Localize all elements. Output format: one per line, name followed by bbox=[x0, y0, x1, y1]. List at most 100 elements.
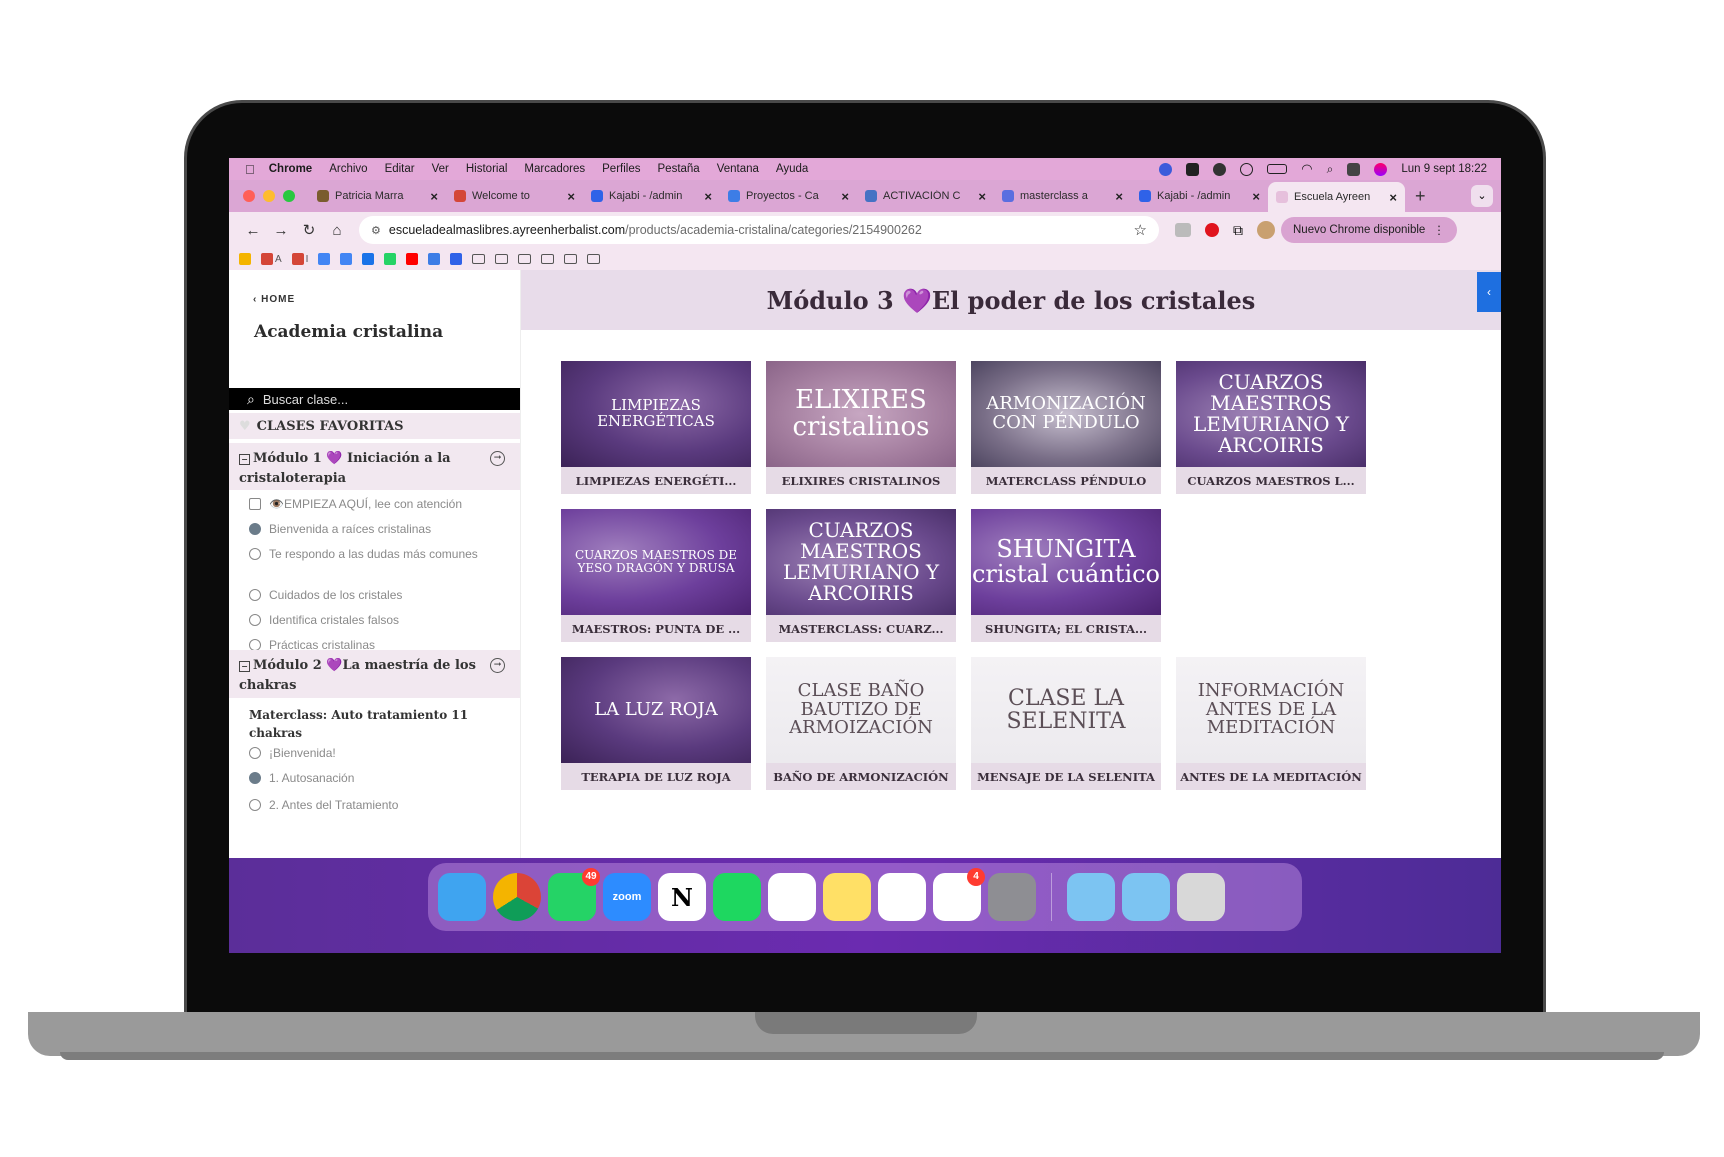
forward-button[interactable]: → bbox=[267, 222, 295, 239]
settings-icon[interactable] bbox=[988, 873, 1036, 921]
menu-item[interactable]: Historial bbox=[466, 163, 508, 175]
close-tab-icon[interactable]: × bbox=[704, 189, 712, 204]
devtools-extension-icon[interactable] bbox=[1175, 223, 1191, 237]
bookmark-folder[interactable] bbox=[541, 254, 555, 264]
extensions-puzzle-icon[interactable]: ⧉ bbox=[1233, 222, 1243, 239]
menu-item[interactable]: Pestaña bbox=[658, 163, 700, 175]
finder-icon[interactable] bbox=[438, 873, 486, 921]
home-button[interactable]: ⌂ bbox=[323, 222, 351, 239]
lesson-card-title[interactable]: MAESTROS: PUNTA DE ... bbox=[561, 615, 751, 642]
bookmark-folder[interactable] bbox=[518, 254, 532, 264]
lesson-item[interactable]: ¡Bienvenida! bbox=[249, 745, 499, 762]
reload-button[interactable]: ↻ bbox=[295, 221, 323, 239]
close-tab-icon[interactable]: × bbox=[1115, 189, 1123, 204]
lesson-card-thumbnail[interactable]: CUARZOS MAESTROS DE YESO DRAGÓN Y DRUSA bbox=[561, 509, 751, 615]
lesson-card[interactable]: SHUNGITA cristal cuántico SHUNGITA; EL CR… bbox=[971, 509, 1161, 642]
lesson-card-title[interactable]: CUARZOS MAESTROS L... bbox=[1176, 467, 1366, 494]
lesson-card[interactable]: LA LUZ ROJA TERAPIA DE LUZ ROJA bbox=[561, 657, 751, 790]
siri-icon[interactable] bbox=[1374, 162, 1388, 176]
lesson-card-thumbnail[interactable]: CLASE BAÑO BAUTIZO DE ARMOIZACIÓN bbox=[766, 657, 956, 763]
favorites-section[interactable]: ♥ CLASES FAVORITAS bbox=[229, 413, 520, 439]
bookmark-item[interactable] bbox=[318, 253, 331, 265]
menu-item[interactable]: Archivo bbox=[329, 163, 367, 175]
lesson-card-title[interactable]: BAÑO DE ARMONIZACIÓN bbox=[766, 763, 956, 790]
lesson-card-thumbnail[interactable]: CUARZOS MAESTROS LEMURIANO Y ARCOIRIS bbox=[1176, 361, 1366, 467]
lesson-card-thumbnail[interactable]: ARMONIZACIÓN CON PÉNDULO bbox=[971, 361, 1161, 467]
browser-tab[interactable]: Patricia Marra × bbox=[309, 183, 446, 209]
minimize-window-button[interactable] bbox=[263, 190, 275, 202]
lesson-card-thumbnail[interactable]: LA LUZ ROJA bbox=[561, 657, 751, 763]
lesson-card-thumbnail[interactable]: INFORMACIÓN ANTES DE LA MEDITACIÓN bbox=[1176, 657, 1366, 763]
zoom-status-icon[interactable] bbox=[1159, 162, 1173, 176]
control-center-icon[interactable] bbox=[1347, 162, 1361, 176]
profile-avatar[interactable] bbox=[1257, 221, 1275, 239]
lesson-card-thumbnail[interactable]: LIMPIEZAS ENERGÉTICAS bbox=[561, 361, 751, 467]
module-1-arrow-icon[interactable]: → bbox=[490, 451, 505, 466]
search-icon[interactable]: ⌕ bbox=[1327, 162, 1334, 177]
reminders-icon[interactable]: 4 bbox=[933, 868, 985, 921]
browser-tab[interactable]: Kajabi - /admin × bbox=[583, 183, 720, 209]
bookmark-item[interactable] bbox=[450, 253, 463, 265]
bookmark-folder[interactable] bbox=[587, 254, 601, 264]
lesson-card-thumbnail[interactable]: ELIXIRES cristalinos bbox=[766, 361, 956, 467]
lesson-card-title[interactable]: SHUNGITA; EL CRISTA... bbox=[971, 615, 1161, 642]
lesson-card-title[interactable]: ANTES DE LA MEDITACIÓN bbox=[1176, 763, 1366, 790]
bookmark-folder[interactable] bbox=[564, 254, 578, 264]
bookmark-folder[interactable] bbox=[472, 254, 486, 264]
lesson-card-title[interactable]: MATERCLASS PÉNDULO bbox=[971, 467, 1161, 494]
lesson-card[interactable]: CUARZOS MAESTROS LEMURIANO Y ARCOIRIS CUA… bbox=[1176, 361, 1366, 494]
module-2-header[interactable]: − Módulo 2 💜La maestría de los chakras → bbox=[229, 650, 520, 698]
lesson-card[interactable]: CLASE LA SELENITA MENSAJE DE LA SELENITA bbox=[971, 657, 1161, 790]
bookmark-item[interactable]: I bbox=[291, 253, 308, 265]
bookmark-item[interactable] bbox=[239, 253, 251, 265]
lesson-item[interactable]: Identifica cristales falsos bbox=[249, 612, 499, 629]
lesson-item[interactable]: Bienvenida a raíces cristalinas bbox=[249, 521, 499, 538]
lesson-card-title[interactable]: TERAPIA DE LUZ ROJA bbox=[561, 763, 751, 790]
lesson-item[interactable]: Te respondo a las dudas más comunes bbox=[249, 546, 499, 563]
menu-app-name[interactable]: Chrome bbox=[269, 163, 312, 175]
bookmark-item[interactable]: A bbox=[261, 253, 282, 265]
close-tab-icon[interactable]: × bbox=[1389, 190, 1397, 205]
notion-icon[interactable]: N bbox=[658, 873, 706, 921]
drive-status-icon[interactable] bbox=[1186, 162, 1200, 176]
more-menu-icon[interactable]: ⋮ bbox=[1433, 223, 1445, 237]
update-chrome-button[interactable]: Nuevo Chrome disponible ⋮ bbox=[1281, 217, 1457, 243]
bookmark-item[interactable] bbox=[340, 253, 353, 265]
downloads-folder-icon[interactable] bbox=[1122, 873, 1170, 921]
lesson-card[interactable]: CUARZOS MAESTROS LEMURIANO Y ARCOIRIS MAS… bbox=[766, 509, 956, 642]
browser-tab[interactable]: masterclass a × bbox=[994, 183, 1131, 209]
close-tab-icon[interactable]: × bbox=[841, 189, 849, 204]
lesson-card[interactable]: INFORMACIÓN ANTES DE LA MEDITACIÓN ANTES … bbox=[1176, 657, 1366, 790]
lesson-card[interactable]: ARMONIZACIÓN CON PÉNDULO MATERCLASS PÉNDU… bbox=[971, 361, 1161, 494]
browser-tab[interactable]: ACTIVACIÓN C × bbox=[857, 183, 994, 209]
tab-search-button[interactable]: ⌄ bbox=[1471, 185, 1493, 207]
browser-tab[interactable]: Escuela Ayreen × bbox=[1268, 182, 1405, 212]
gear-status-icon[interactable] bbox=[1213, 162, 1227, 176]
menu-item[interactable]: Ayuda bbox=[776, 163, 808, 175]
close-tab-icon[interactable]: × bbox=[567, 189, 575, 204]
wifi-icon[interactable]: ◠ bbox=[1301, 161, 1312, 177]
bookmark-star-icon[interactable]: ☆ bbox=[1134, 221, 1147, 239]
spotify-icon[interactable] bbox=[713, 873, 761, 921]
trash-icon[interactable] bbox=[1177, 873, 1225, 921]
browser-tab[interactable]: Proyectos - Ca × bbox=[720, 183, 857, 209]
lesson-card-thumbnail[interactable]: SHUNGITA cristal cuántico bbox=[971, 509, 1161, 615]
menu-item[interactable]: Ver bbox=[432, 163, 449, 175]
new-tab-button[interactable]: + bbox=[1415, 186, 1426, 207]
back-button[interactable]: ← bbox=[239, 222, 267, 239]
lesson-card[interactable]: ELIXIRES cristalinos ELIXIRES CRISTALINOS bbox=[766, 361, 956, 494]
bookmark-item[interactable] bbox=[428, 253, 441, 265]
menu-item[interactable]: Marcadores bbox=[524, 163, 585, 175]
lesson-card-thumbnail[interactable]: CLASE LA SELENITA bbox=[971, 657, 1161, 763]
lesson-card-title[interactable]: MASTERCLASS: CUARZ... bbox=[766, 615, 956, 642]
module-1-header[interactable]: − Módulo 1 💜 Iniciación a la cristalotera… bbox=[229, 443, 520, 490]
lesson-card[interactable]: CUARZOS MAESTROS DE YESO DRAGÓN Y DRUSA M… bbox=[561, 509, 751, 642]
battery-icon[interactable] bbox=[1267, 164, 1288, 174]
lesson-card-title[interactable]: LIMPIEZAS ENERGÉTI... bbox=[561, 467, 751, 494]
sidebar-toggle-button[interactable]: ‹ bbox=[1477, 272, 1501, 312]
bookmark-item[interactable] bbox=[384, 253, 397, 265]
module-2-arrow-icon[interactable]: → bbox=[490, 658, 505, 673]
notes-icon[interactable] bbox=[823, 873, 871, 921]
browser-tab[interactable]: Welcome to × bbox=[446, 183, 583, 209]
close-window-button[interactable] bbox=[243, 190, 255, 202]
